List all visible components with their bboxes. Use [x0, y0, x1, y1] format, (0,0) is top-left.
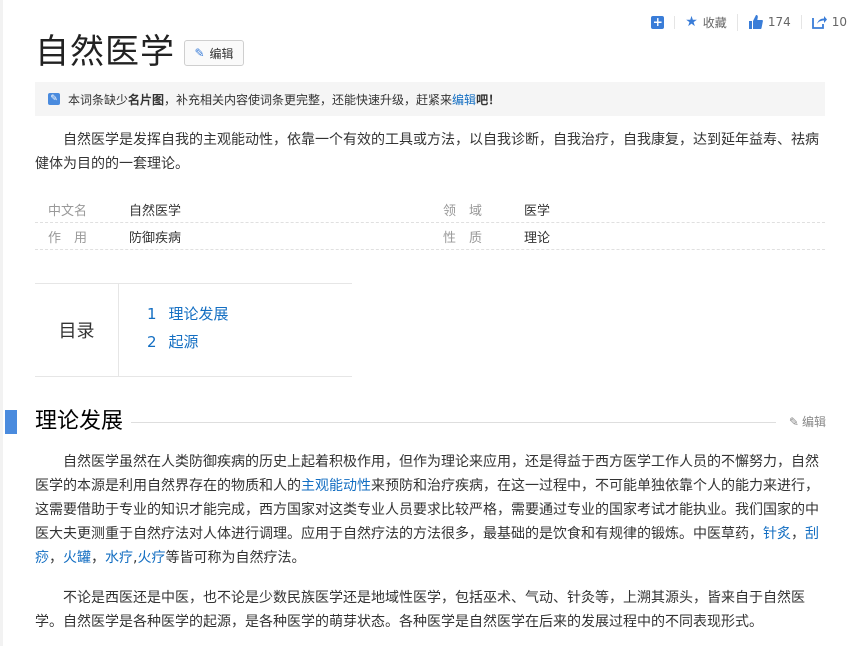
link-hydrotherapy[interactable]: 水疗 — [105, 550, 133, 566]
share-button[interactable]: 10 — [802, 15, 853, 29]
info-value: 防御疾病 — [129, 227, 430, 246]
plus-square-icon: + — [651, 16, 664, 29]
edit-button[interactable]: ✎ 编辑 — [184, 40, 244, 66]
left-border — [0, 0, 3, 646]
info-key: 性 质 — [430, 227, 524, 246]
toc-text: 起源 — [169, 333, 199, 351]
link-acupuncture[interactable]: 针炙 — [763, 526, 791, 542]
info-value: 医学 — [524, 200, 825, 219]
like-count: 174 — [768, 15, 791, 29]
edit-button-label: 编辑 — [210, 45, 234, 62]
section-divider — [131, 422, 776, 423]
favorite-label: 收藏 — [703, 14, 727, 31]
paragraph-2: 不论是西医还是中医，也不论是少数民族医学还是地域性医学，包括巫术、气动、针灸等，… — [35, 586, 825, 634]
notice-suffix: 吧！ — [476, 91, 500, 108]
like-button[interactable]: 174 — [738, 15, 802, 29]
toolbar: + ★ 收藏 174 10 — [641, 12, 853, 32]
page-title: 自然医学 — [35, 30, 175, 74]
info-row: 中文名 自然医学 领 域 医学 — [35, 196, 825, 223]
pencil-icon: ✎ — [789, 415, 799, 429]
info-row: 作 用 防御疾病 性 质 理论 — [35, 223, 825, 250]
section-edit-button[interactable]: ✎ 编辑 — [789, 413, 826, 430]
toc-label: 目录 — [35, 284, 119, 376]
separator: ， — [49, 550, 63, 566]
section-marker — [5, 410, 17, 434]
star-icon: ★ — [685, 14, 698, 30]
share-count: 10 — [832, 15, 847, 29]
p1-text-c: 等皆可称为自然疗法。 — [165, 550, 305, 566]
info-key: 作 用 — [35, 227, 129, 246]
link-fire-therapy[interactable]: 火疗 — [137, 550, 165, 566]
table-of-contents: 目录 1 理论发展 2 起源 — [35, 283, 352, 377]
info-key: 中文名 — [35, 200, 129, 219]
toc-item-1[interactable]: 1 理论发展 — [147, 300, 229, 328]
favorite-button[interactable]: ★ 收藏 — [675, 14, 738, 31]
add-button[interactable]: + — [641, 16, 675, 29]
edit-note-icon: ✎ — [48, 93, 60, 105]
basic-info-table: 中文名 自然医学 领 域 医学 作 用 防御疾病 性 质 理论 — [35, 196, 825, 250]
notice-middle: ，补充相关内容使词条更完整，还能快速升级，赶紧来 — [164, 91, 452, 108]
notice-bold: 名片图 — [128, 91, 164, 108]
toc-item-2[interactable]: 2 起源 — [147, 328, 229, 356]
thumbs-up-icon — [748, 15, 763, 29]
notice-edit-link[interactable]: 编辑 — [452, 91, 476, 108]
toc-text: 理论发展 — [169, 305, 229, 323]
section-title: 理论发展 — [35, 406, 123, 438]
pencil-icon: ✎ — [194, 46, 204, 60]
separator: ， — [791, 526, 805, 542]
notice-bar: ✎ 本词条缺少名片图，补充相关内容使词条更完整，还能快速升级，赶紧来编辑吧！ — [35, 82, 825, 116]
toc-list: 1 理论发展 2 起源 — [147, 300, 229, 356]
link-cupping[interactable]: 火罐 — [63, 550, 91, 566]
separator: ， — [91, 550, 105, 566]
link-subjective-initiative[interactable]: 主观能动性 — [301, 478, 371, 494]
notice-prefix: 本词条缺少 — [68, 91, 128, 108]
toc-number: 1 — [147, 305, 157, 323]
info-value: 自然医学 — [129, 200, 430, 219]
summary-paragraph: 自然医学是发挥自我的主观能动性，依靠一个有效的工具或方法，以自我诊断，自我治疗，… — [35, 128, 825, 176]
info-key: 领 域 — [430, 200, 524, 219]
paragraph-1: 自然医学虽然在人类防御疾病的历史上起着积极作用，但作为理论来应用，还是得益于西方… — [35, 450, 825, 570]
section-edit-label: 编辑 — [802, 413, 826, 430]
share-icon — [812, 15, 827, 29]
info-value: 理论 — [524, 227, 825, 246]
toc-number: 2 — [147, 333, 157, 351]
